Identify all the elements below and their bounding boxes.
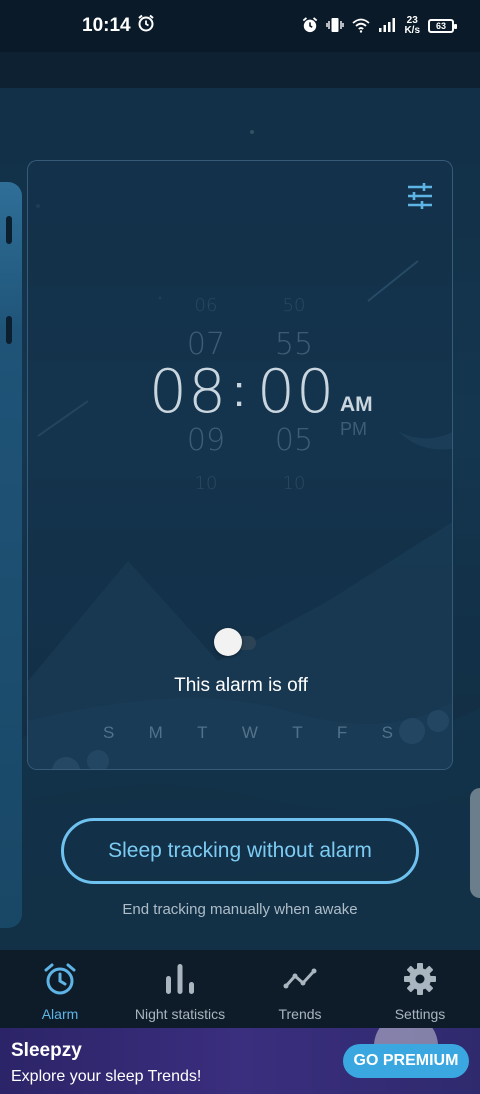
card-notch (6, 316, 12, 344)
alarm-status-text: This alarm is off (174, 675, 308, 696)
status-bar: 10:14 23 K/s 63 (0, 0, 480, 52)
hour-below-1: 09 (186, 423, 226, 458)
minute-above-1: 55 (274, 327, 314, 362)
signal-icon (378, 17, 396, 35)
cta-subtext: End tracking manually when awake (122, 901, 358, 918)
net-speed: 23 K/s (404, 16, 420, 36)
status-time: 10:14 (82, 15, 131, 36)
alarm-clock-icon (43, 962, 77, 996)
promo-banner[interactable]: Sleepzy Explore your sleep Trends! GO PR… (0, 1028, 480, 1094)
hour-below-2: 10 (194, 473, 218, 494)
weekday-tuesday[interactable]: T (197, 723, 207, 743)
go-premium-button[interactable]: GO PREMIUM (343, 1044, 469, 1078)
alarm-icon (137, 14, 155, 38)
nav-label-night-statistics: Night statistics (134, 1006, 226, 1022)
weekday-wednesday[interactable]: W (242, 723, 258, 743)
bar-chart-icon (163, 962, 197, 996)
alarm-toggle[interactable] (214, 628, 258, 656)
sleep-tracking-without-alarm-button[interactable]: Sleep tracking without alarm (61, 818, 419, 884)
nav-label-settings: Settings (394, 1006, 446, 1022)
promo-title: Sleepzy (11, 1040, 82, 1061)
time-separator: : (233, 367, 246, 416)
header-band (0, 52, 480, 88)
toggle-knob (214, 628, 242, 656)
net-speed-unit: K/s (404, 25, 420, 36)
gear-icon (403, 962, 437, 996)
nav-item-settings[interactable]: Settings (360, 950, 480, 1028)
vibrate-icon (326, 16, 345, 37)
weekday-selector: S M T W T F S (103, 723, 393, 743)
nav-item-alarm[interactable]: Alarm (0, 950, 120, 1028)
weekday-monday[interactable]: M (149, 723, 163, 743)
nav-item-trends[interactable]: Trends (240, 950, 360, 1028)
pm-option[interactable]: PM (340, 419, 367, 440)
hour-above-2: 06 (194, 295, 218, 316)
previous-alarm-card[interactable] (0, 182, 22, 928)
battery-icon: 63 (428, 19, 457, 33)
next-alarm-card[interactable] (470, 788, 480, 898)
status-left: 10:14 (82, 14, 155, 38)
alarm-icon (302, 16, 318, 36)
weekday-thursday[interactable]: T (292, 723, 302, 743)
weekday-saturday[interactable]: S (382, 723, 393, 743)
weekday-sunday[interactable]: S (103, 723, 114, 743)
time-picker[interactable]: 06 07 08 : 00 09 10 50 55 05 10 AM PM (28, 161, 452, 561)
bottom-navigation: Alarm Night statistics Trends Settings (0, 950, 480, 1028)
am-option[interactable]: AM (340, 393, 373, 417)
minute-below-2: 10 (282, 473, 306, 494)
promo-subtitle: Explore your sleep Trends! (11, 1068, 202, 1085)
trend-line-icon (283, 962, 317, 996)
nav-label-alarm: Alarm (41, 1006, 79, 1022)
battery-level: 63 (435, 21, 446, 31)
wifi-icon (352, 17, 371, 36)
nav-item-night-statistics[interactable]: Night statistics (120, 950, 240, 1028)
weekday-friday[interactable]: F (337, 723, 347, 743)
nav-label-trends: Trends (278, 1006, 322, 1022)
alarm-card[interactable]: 06 07 08 : 00 09 10 50 55 05 10 AM PM Th… (27, 160, 453, 770)
card-notch (6, 216, 12, 244)
minute-above-2: 50 (282, 295, 306, 316)
minute-selected[interactable]: 00 (256, 357, 336, 427)
status-right: 23 K/s 63 (302, 16, 457, 37)
hour-selected[interactable]: 08 (148, 357, 228, 427)
minute-below-1: 05 (274, 423, 314, 458)
